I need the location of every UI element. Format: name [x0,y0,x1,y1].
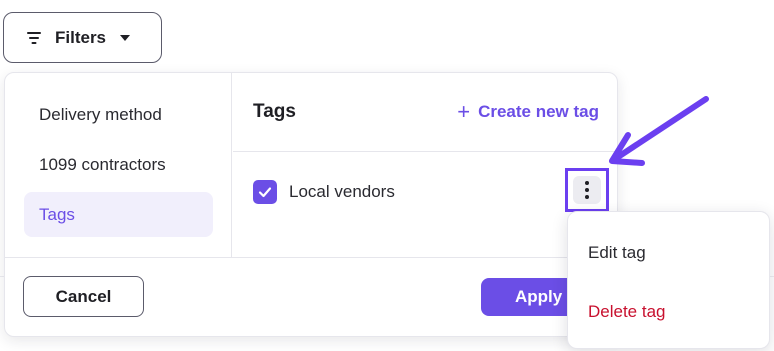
sidebar-item-label: Delivery method [39,104,162,124]
sidebar-item-label: Tags [39,204,75,224]
filter-lines-icon [26,31,42,44]
create-new-tag-label: Create new tag [478,102,599,121]
kebab-menu-icon[interactable] [573,176,601,204]
tags-content: Tags + Create new tag Local vendors [233,73,617,257]
cancel-button[interactable]: Cancel [23,276,144,317]
caret-down-icon [120,34,131,41]
annotation-arrow-icon [609,96,709,166]
filters-button-label: Filters [55,27,107,47]
create-new-tag-button[interactable]: + Create new tag [457,101,599,123]
sidebar-item-tags[interactable]: Tags [24,192,213,237]
plus-icon: + [457,99,471,124]
filters-panel: Delivery method 1099 contractors Tags Ta… [4,72,618,337]
sidebar-item-label: 1099 contractors [39,154,166,174]
tag-checkbox[interactable] [253,180,277,204]
filters-button[interactable]: Filters [3,12,162,63]
panel-footer: Cancel Apply [5,257,617,336]
tags-title: Tags [253,101,296,122]
filters-screen: Filters Delivery method 1099 contractors… [0,0,774,351]
sidebar-item-delivery-method[interactable]: Delivery method [24,92,213,137]
tag-row: Local vendors [253,180,395,204]
sidebar-item-1099-contractors[interactable]: 1099 contractors [24,142,213,187]
filter-categories: Delivery method 1099 contractors Tags [5,73,232,257]
tag-label: Local vendors [289,182,395,201]
tags-header: Tags + Create new tag [233,73,617,152]
tag-context-menu: Edit tag Delete tag [567,211,770,349]
delete-tag-menu-item[interactable]: Delete tag [588,302,666,322]
check-icon [258,187,272,198]
edit-tag-menu-item[interactable]: Edit tag [588,243,646,263]
